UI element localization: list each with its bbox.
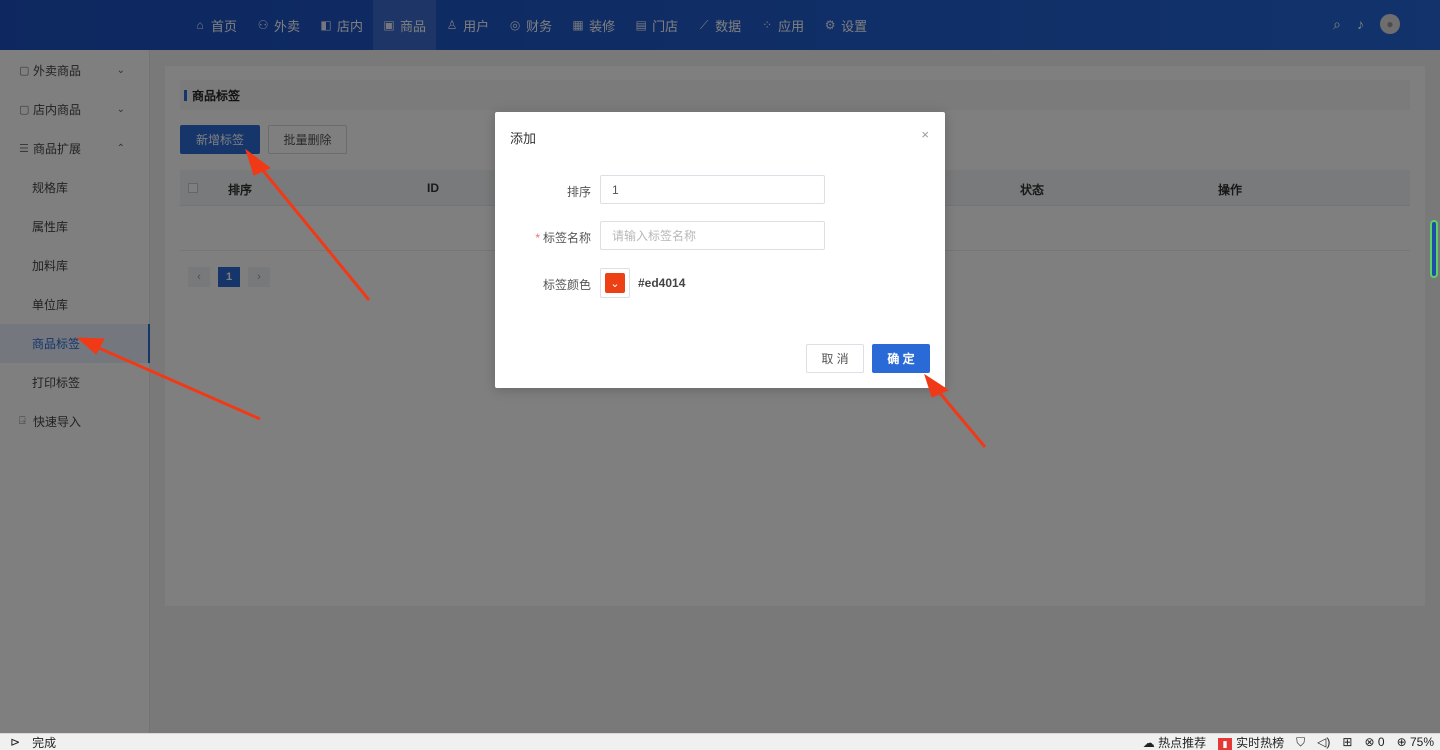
tag-name-input[interactable] bbox=[600, 221, 825, 250]
close-icon[interactable]: × bbox=[921, 127, 929, 142]
scrollbar-thumb[interactable] bbox=[1430, 220, 1438, 278]
dialog-title: 添加 bbox=[510, 131, 537, 146]
realtime-hot-label: 实时热榜 bbox=[1236, 735, 1285, 750]
hot-recommend-label: 热点推荐 bbox=[1158, 735, 1207, 750]
shield-icon[interactable]: ⛉ bbox=[1296, 735, 1305, 750]
adblock-icon: ⊗ bbox=[1364, 735, 1375, 749]
color-picker[interactable]: ⌄ bbox=[600, 268, 630, 298]
hot-recommend[interactable]: ☁ 热点推荐 bbox=[1143, 734, 1206, 750]
adblock-count[interactable]: ⊗ 0 bbox=[1364, 735, 1384, 749]
status-text: 完成 bbox=[32, 735, 57, 750]
speaker-icon[interactable]: ◁) bbox=[1317, 735, 1330, 749]
sort-input[interactable] bbox=[600, 175, 825, 204]
zoom-icon: ⊕ bbox=[1396, 735, 1407, 749]
realtime-hot[interactable]: ▮ 实时热榜 bbox=[1218, 734, 1284, 750]
adblock-count-label: 0 bbox=[1377, 735, 1385, 749]
color-value: #ed4014 bbox=[638, 276, 686, 290]
tag-color-label: 标签颜色 bbox=[542, 278, 591, 292]
cloud-icon: ☁ bbox=[1142, 735, 1155, 750]
zoom-label: 75% bbox=[1409, 735, 1434, 749]
browser-status-bar: ⊳ 完成 ☁ 热点推荐 ▮ 实时热榜 ⛉ ◁) ⊞ ⊗ 0 ⊕ 75% bbox=[0, 733, 1440, 750]
chevron-down-icon: ⌄ bbox=[605, 273, 625, 293]
confirm-button[interactable]: 确 定 bbox=[872, 344, 930, 373]
zoom-control[interactable]: ⊕ 75% bbox=[1397, 735, 1434, 749]
extension-icon[interactable]: ⊞ bbox=[1342, 735, 1352, 749]
chart-icon: ▮ bbox=[1218, 737, 1233, 750]
sort-label: 排序 bbox=[566, 185, 591, 199]
required-mark: * bbox=[535, 231, 540, 245]
tag-name-label-text: 标签名称 bbox=[542, 231, 591, 245]
add-tag-dialog: 添加 × 排序 *标签名称 标签颜色 ⌄ #ed4014 取 消 确 定 bbox=[495, 112, 945, 388]
tag-name-label: * 标签名称 bbox=[495, 229, 591, 246]
sidebar-toggle-icon[interactable]: ⊳ bbox=[10, 735, 20, 749]
cancel-button[interactable]: 取 消 bbox=[806, 344, 864, 373]
